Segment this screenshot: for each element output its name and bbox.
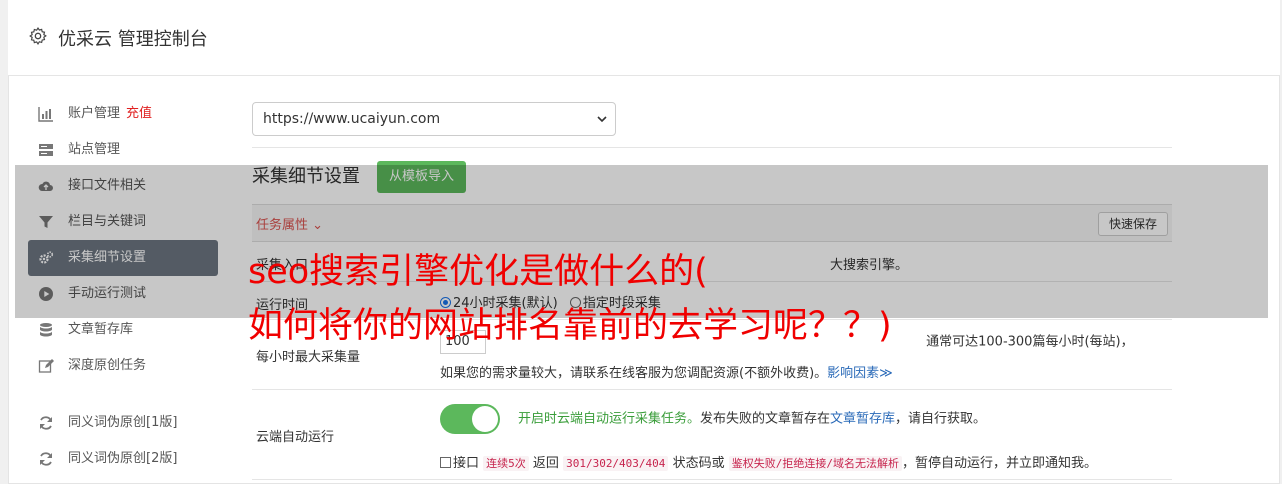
sidebar-item-deep-original[interactable]: 深度原创任务: [28, 348, 218, 384]
checkbox-label: 接口: [453, 456, 480, 471]
article-store-link[interactable]: 文章暂存库: [830, 412, 895, 427]
site-select-value: https://www.ucaiyun.com: [263, 111, 441, 127]
bar-chart-icon: [38, 107, 53, 122]
max-rate-contact: 如果您的需求量较大，请联系在线客服为您调配资源(不额外收费)。: [440, 366, 828, 381]
sidebar-item-label: 同义词伪原创[2版]: [68, 451, 178, 466]
max-rate-line2: 如果您的需求量较大，请联系在线客服为您调配资源(不额外收费)。影响因素≫: [440, 362, 893, 381]
refresh-icon: [40, 452, 52, 466]
sidebar-item-account[interactable]: 账户管理 充值: [28, 96, 218, 132]
database-icon: [40, 323, 52, 337]
sidebar-item-synonym-v1[interactable]: 同义词伪原创[1版]: [28, 405, 218, 441]
sidebar-item-sites[interactable]: 站点管理: [28, 132, 218, 168]
interface-checkbox[interactable]: [440, 457, 451, 468]
cloud-line1: 开启时云端自动运行采集任务。发布失败的文章暂存在文章暂存库，请自行获取。: [440, 404, 986, 434]
page-title: 优采云 管理控制台: [58, 29, 208, 50]
row-label: 每小时最大采集量: [256, 350, 361, 365]
overlay-headline-line1: seo搜索引擎优化是做什么的(: [248, 252, 708, 292]
cloud-enabled-text: 开启时云端自动运行采集任务。: [518, 411, 701, 427]
cloud-auto-toggle[interactable]: [440, 404, 500, 434]
cloud-text-d: 状态码或: [672, 456, 725, 471]
factors-link[interactable]: 影响因素≫: [827, 366, 893, 381]
gear-icon: [29, 27, 47, 45]
cloud-line2: 接口 连续5次 返回 301/302/403/404 状态码或 鉴权失败/拒绝连…: [440, 452, 1097, 471]
edit-icon: [38, 359, 54, 373]
row-cloud-auto: 云端自动运行 开启时云端自动运行采集任务。发布失败的文章暂存在文章暂存库，请自行…: [252, 390, 1172, 480]
code-errors: 鉴权失败/拒绝连接/域名无法解析: [728, 456, 902, 471]
row-label: 云端自动运行: [256, 430, 335, 445]
site-select[interactable]: https://www.ucaiyun.com: [252, 102, 616, 136]
refresh-icon: [40, 416, 52, 430]
sidebar-item-label: 账户管理: [68, 106, 121, 121]
sidebar-item-synonym-v2[interactable]: 同义词伪原创[2版]: [28, 441, 218, 477]
divider: [252, 147, 1172, 148]
cloud-text-c: 返回: [532, 456, 559, 471]
server-icon: [39, 144, 53, 156]
cloud-text-b: ，请自行获取。: [895, 411, 987, 427]
code-consecutive: 连续5次: [483, 456, 529, 471]
cloud-text-a: 发布失败的文章暂存在: [700, 411, 831, 427]
app-header: 优采云 管理控制台: [8, 0, 1280, 76]
sidebar-item-label: 深度原创任务: [68, 358, 147, 373]
overlay-band: [15, 165, 1268, 318]
cloud-text-e: ，暂停自动运行，并立即通知我。: [901, 456, 1097, 471]
code-status: 301/302/403/404: [563, 456, 669, 471]
sidebar-item-label: 站点管理: [68, 142, 121, 157]
recharge-link[interactable]: 充值: [126, 106, 152, 121]
sidebar-item-label: 同义词伪原创[1版]: [68, 415, 178, 430]
chevron-down-icon: [597, 116, 607, 123]
sidebar-item-label: 文章暂存库: [68, 322, 134, 337]
max-rate-note: 通常可达100-300篇每小时(每站)，: [926, 334, 1134, 350]
overlay-headline-line2: 如何将你的网站排名靠前的去学习呢？？): [248, 306, 892, 346]
